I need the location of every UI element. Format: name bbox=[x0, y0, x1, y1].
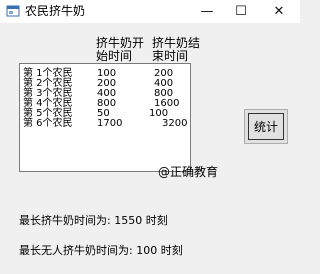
minimize-button[interactable]: — bbox=[190, 0, 224, 22]
minimize-icon: — bbox=[200, 3, 214, 19]
farmer-name: 第 6个农民 bbox=[23, 118, 73, 129]
end-time-header: 挤牛奶结 束时间 bbox=[152, 37, 200, 63]
watermark: @正确教育 bbox=[158, 165, 219, 179]
window-title: 农民挤牛奶 bbox=[25, 4, 86, 18]
end-time-header-line2: 束时间 bbox=[152, 49, 189, 63]
longest-idle-result: 最长无人挤牛奶时间为: 100 时刻 bbox=[19, 244, 183, 257]
title-bar: 农民挤牛奶 — ☐ ✕ bbox=[0, 0, 300, 24]
farmer-start: 1700 bbox=[97, 118, 123, 129]
maximize-icon: ☐ bbox=[235, 3, 247, 19]
app-icon bbox=[6, 5, 20, 17]
close-icon: ✕ bbox=[273, 3, 285, 19]
farmer-end: 3200 bbox=[162, 118, 188, 129]
close-button[interactable]: ✕ bbox=[262, 0, 296, 22]
start-time-header: 挤牛奶开 始时间 bbox=[96, 37, 144, 63]
farmer-list[interactable]: 第 1个农民 100 200 第 2个农民 200 400 第 3个农民 400… bbox=[19, 63, 191, 172]
start-time-header-line2: 始时间 bbox=[96, 49, 133, 63]
maximize-button[interactable]: ☐ bbox=[224, 0, 258, 22]
statistics-button-label: 统计 bbox=[253, 120, 278, 134]
longest-milking-result: 最长挤牛奶时间为: 1550 时刻 bbox=[19, 214, 168, 227]
statistics-button[interactable]: 统计 bbox=[244, 109, 288, 144]
